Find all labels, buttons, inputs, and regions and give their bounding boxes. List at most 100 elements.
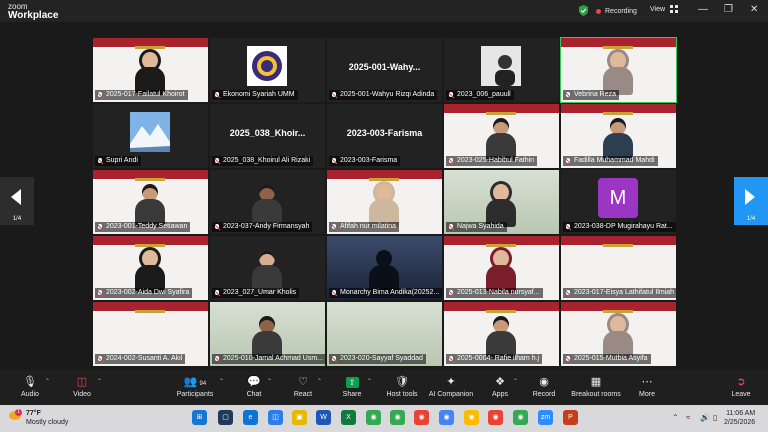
participant-tile[interactable]: 2023_006_pauull xyxy=(444,38,559,102)
participant-tile[interactable]: 2024-002-Susanti A. Akil xyxy=(93,302,208,366)
participant-name: 2023-017-Eisya Lathifatul Ilmiah xyxy=(574,289,675,296)
participant-tile[interactable]: 2025-013-Nabila nursyaf... xyxy=(444,236,559,300)
tray-chevron-icon[interactable]: ⌃ xyxy=(672,413,679,422)
participant-name-label: Vebrina Reza xyxy=(563,90,620,100)
participant-name-label: 2025-015-Mutbia Asyifa xyxy=(563,354,651,364)
muted-mic-icon xyxy=(448,355,454,363)
apps-options-chevron-icon[interactable]: ⌃ xyxy=(513,378,518,385)
participant-tile[interactable]: Ekonomi Syariah UMM xyxy=(210,38,325,102)
recording-indicator[interactable]: Recording xyxy=(596,5,637,17)
muted-mic-icon xyxy=(97,91,103,99)
battery-icon[interactable]: ▯ xyxy=(713,413,717,422)
participant-name-label: 2023-003-Farisma xyxy=(329,156,401,166)
speaker-icon[interactable]: 🔊 xyxy=(700,413,710,422)
previous-page-button[interactable]: 1/4 xyxy=(0,177,34,225)
participant-tile[interactable]: 2025-001-Wahy... 2025-001-Wahyu Rizqi Adi… xyxy=(327,38,442,102)
breakout-rooms-button[interactable]: ▦ Breakout rooms xyxy=(571,375,621,403)
audio-button[interactable]: 🎙 Audio ⌃ xyxy=(18,375,50,403)
excel-icon[interactable]: X xyxy=(341,410,356,425)
participant-tile[interactable]: Najwa Syahida xyxy=(444,170,559,234)
restore-icon[interactable]: ❐ xyxy=(724,4,733,15)
muted-mic-icon xyxy=(448,91,454,99)
participant-name: 2023-002-Aida Dwi Syafira xyxy=(106,289,190,296)
chat-button[interactable]: 💬 Chat ⌃ xyxy=(244,375,272,403)
apps-button[interactable]: ❖ Apps ⌃ xyxy=(490,375,518,403)
chrome-profile-2-icon[interactable]: ◉ xyxy=(414,410,429,425)
powerpoint-icon[interactable]: P xyxy=(563,410,578,425)
record-label: Record xyxy=(532,391,556,398)
system-clock[interactable]: 11:06 AM 2/25/2026 xyxy=(724,409,755,427)
zoom-app-icon[interactable]: zm xyxy=(538,410,553,425)
leave-button[interactable]: ➲ Leave xyxy=(730,375,752,403)
participant-name-label: 2025-001-Wahyu Rizqi Adinda xyxy=(329,90,438,100)
chrome-profile-3-icon[interactable]: ◉ xyxy=(439,410,454,425)
minimize-icon[interactable]: — xyxy=(698,4,708,15)
record-button[interactable]: ◉ Record xyxy=(532,375,556,403)
participant-video xyxy=(135,52,165,95)
participant-tile[interactable]: 2025_038_Khoir... 2025_038_Khoirul Ali Ri… xyxy=(210,104,325,168)
chrome-profile-6-icon[interactable]: ◉ xyxy=(513,410,528,425)
participant-video xyxy=(603,316,633,359)
participant-tile[interactable]: 2023-020-Sayyaf Syaddad xyxy=(327,302,442,366)
weather-widget[interactable]: 1 77°F Mostly cloudy xyxy=(9,409,68,427)
participant-tile[interactable]: 2023-037-Andy Firmansyah xyxy=(210,170,325,234)
participants-options-chevron-icon[interactable]: ⌃ xyxy=(219,378,224,385)
participant-tile[interactable]: 2023-025-Habibul Fathin xyxy=(444,104,559,168)
chrome-profile-icon[interactable]: ◉ xyxy=(390,410,405,425)
participant-tile[interactable]: Fadilla Muhammad Mahdi xyxy=(561,104,676,168)
host-tools-button[interactable]: 🛡 Host tools xyxy=(386,375,418,403)
participant-tile[interactable]: Vebrina Reza xyxy=(560,37,677,103)
participant-tile[interactable]: 2025-017-Failatul Khoirot xyxy=(93,38,208,102)
participant-tile[interactable]: 2023-003-Farisma 2023-003-Farisma xyxy=(327,104,442,168)
windows-start-icon[interactable]: ⊞ xyxy=(192,410,207,425)
participant-name-label: 2023-001-Teddy Setiawan xyxy=(95,222,191,232)
participant-tile[interactable]: 2023-001-Teddy Setiawan xyxy=(93,170,208,234)
recording-label: Recording xyxy=(605,7,637,15)
participant-name: 2025-017-Failatul Khoirot xyxy=(106,91,185,98)
participant-name-label: Afifah nur milatina xyxy=(329,222,400,232)
share-button[interactable]: ⇧ Share ⌃ xyxy=(340,375,372,403)
participant-tile[interactable]: 2023_027_Umar Kholis xyxy=(210,236,325,300)
video-button[interactable]: ◫ Video ⌃ xyxy=(70,375,102,403)
participant-tile[interactable]: 2025-015-Mutbia Asyifa xyxy=(561,302,676,366)
participant-tile[interactable]: Afifah nur milatina xyxy=(327,170,442,234)
participant-tile[interactable]: Supri Andi xyxy=(93,104,208,168)
chrome-icon[interactable]: ◉ xyxy=(366,410,381,425)
participant-name-label: 2025-013-Nabila nursyaf... xyxy=(446,288,543,298)
chat-options-chevron-icon[interactable]: ⌃ xyxy=(267,378,272,385)
chrome-profile-5-icon[interactable]: ◉ xyxy=(488,410,503,425)
store-icon[interactable]: ◫ xyxy=(268,410,283,425)
participant-tile[interactable]: 2023-002-Aida Dwi Syafira xyxy=(93,236,208,300)
more-button[interactable]: ⋯ More xyxy=(636,375,658,403)
shield-check-icon[interactable] xyxy=(578,5,589,16)
close-icon[interactable]: ✕ xyxy=(750,4,758,15)
participant-name: Afifah nur milatina xyxy=(340,223,397,230)
participant-tile[interactable]: 2025-010-Jamal Achmad Usm... xyxy=(210,302,325,366)
participant-name-label: 2023-020-Sayyaf Syaddad xyxy=(329,354,426,364)
participant-display-name: 2025-001-Wahy... xyxy=(348,62,421,72)
participant-tile[interactable]: M 2023-038-DP Mugirahayu Rat... xyxy=(561,170,676,234)
muted-mic-icon xyxy=(97,289,103,297)
participant-tile[interactable]: Monarchy Bima Andika(20252... xyxy=(327,236,442,300)
participant-name: 2025-010-Jamal Achmad Usm... xyxy=(223,355,323,362)
edge-browser-icon[interactable]: e xyxy=(243,410,258,425)
next-page-button[interactable]: 1/4 xyxy=(734,177,768,225)
muted-mic-icon xyxy=(214,157,220,165)
participant-tile[interactable]: 2025-0004- Rafie ilham h.j xyxy=(444,302,559,366)
title-bar: zoom Workplace Recording View — ❐ ✕ xyxy=(0,0,768,22)
share-options-chevron-icon[interactable]: ⌃ xyxy=(367,378,372,385)
file-explorer-icon[interactable]: ▣ xyxy=(292,410,307,425)
wifi-icon[interactable]: ≈ xyxy=(686,413,690,422)
video-options-chevron-icon[interactable]: ⌃ xyxy=(97,378,102,385)
react-options-chevron-icon[interactable]: ⌃ xyxy=(317,378,322,385)
participant-tile[interactable]: 2023-017-Eisya Lathifatul Ilmiah xyxy=(561,236,676,300)
audio-options-chevron-icon[interactable]: ⌃ xyxy=(45,378,50,385)
previous-page-indicator: 1/4 xyxy=(12,216,22,222)
participants-button[interactable]: 👥 94 Participants ⌃ xyxy=(174,375,224,403)
view-button[interactable]: View xyxy=(650,5,679,13)
react-button[interactable]: ♡ React ⌃ xyxy=(292,375,322,403)
task-view-icon[interactable]: ▢ xyxy=(218,410,233,425)
ai-companion-button[interactable]: ✦ AI Companion xyxy=(428,375,474,403)
chrome-profile-4-icon[interactable]: ◉ xyxy=(464,410,479,425)
word-icon[interactable]: W xyxy=(316,410,331,425)
